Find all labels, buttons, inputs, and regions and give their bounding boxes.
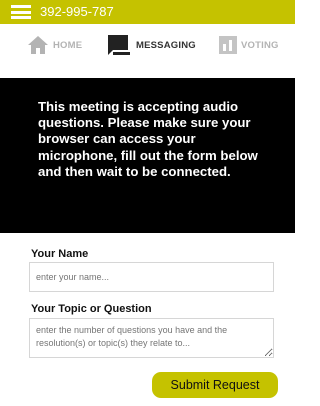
home-icon <box>28 36 48 54</box>
hamburger-menu-icon[interactable] <box>11 5 31 19</box>
nav-item-label: VOTING <box>241 39 279 51</box>
nav-item-messaging[interactable]: MESSAGING <box>107 24 196 66</box>
name-input[interactable] <box>29 262 274 292</box>
nav-item-home[interactable]: HOME <box>27 24 82 66</box>
notice-text: This meeting is accepting audio question… <box>38 99 258 179</box>
name-label: Your Name <box>31 248 89 260</box>
chat-bubble-icon <box>108 35 130 55</box>
submit-request-button[interactable]: Submit Request <box>152 372 278 398</box>
bar-chart-icon <box>219 36 237 54</box>
nav-bar: HOME MESSAGING VOTING <box>0 24 295 66</box>
nav-item-label: MESSAGING <box>136 39 196 51</box>
audio-notice-panel: This meeting is accepting audio question… <box>0 78 295 233</box>
top-bar: 392-995-787 <box>0 0 295 24</box>
nav-item-label: HOME <box>53 39 83 51</box>
topic-label: Your Topic or Question <box>31 303 152 315</box>
meeting-id: 392-995-787 <box>40 4 114 19</box>
topic-textarea[interactable] <box>29 318 274 358</box>
nav-item-voting[interactable]: VOTING <box>219 24 279 66</box>
